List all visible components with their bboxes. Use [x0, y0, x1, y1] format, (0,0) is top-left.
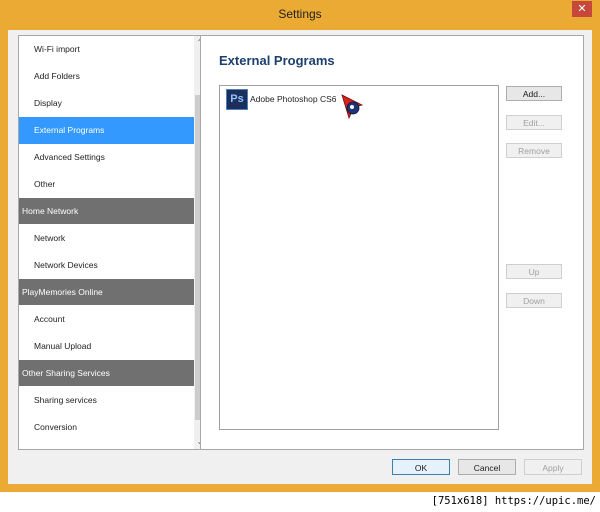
window-client-area: Wi-Fi import Add Folders Display External P… [8, 30, 598, 512]
apply-button[interactable]: Apply [524, 459, 582, 475]
edit-button[interactable]: Edit... [506, 115, 562, 130]
sidebar-item-network-devices[interactable]: Network Devices [19, 252, 194, 279]
sidebar-item-advanced-settings[interactable]: Advanced Settings [19, 144, 194, 171]
sidebar-item-sharing-services[interactable]: Sharing services [19, 387, 194, 414]
page-title: External Programs [219, 53, 335, 68]
program-list[interactable]: Ps Adobe Photoshop CS6 [219, 85, 499, 430]
down-button[interactable]: Down [506, 293, 562, 308]
cancel-button[interactable]: Cancel [458, 459, 516, 475]
sidebar-item-conversion[interactable]: Conversion [19, 414, 194, 441]
photoshop-icon: Ps [226, 89, 248, 110]
window-title: Settings [278, 7, 322, 21]
remove-button[interactable]: Remove [506, 143, 562, 158]
external-programs-panel: External Programs Ps Adobe Photoshop CS6… [200, 35, 584, 450]
sidebar-item-other[interactable]: Other [19, 171, 194, 198]
close-button[interactable]: ✕ [572, 1, 592, 17]
image-caption-bar: [751x618] https://upic.me/ [0, 492, 600, 512]
sidebar-item-network[interactable]: Network [19, 225, 194, 252]
sidebar-item-manual-upload[interactable]: Manual Upload [19, 333, 194, 360]
settings-sidebar: Wi-Fi import Add Folders Display External P… [18, 35, 207, 450]
add-button[interactable]: Add... [506, 86, 562, 101]
title-bar: Settings ✕ [0, 0, 600, 30]
up-button[interactable]: Up [506, 264, 562, 279]
sidebar-item-account[interactable]: Account [19, 306, 194, 333]
ok-button[interactable]: OK [392, 459, 450, 475]
sidebar-item-wi-fi-import[interactable]: Wi-Fi import [19, 36, 194, 63]
settings-window: Settings ✕ Wi-Fi import Add Folders Displa… [0, 0, 600, 512]
sidebar-section-home-network: Home Network [19, 198, 194, 224]
program-label: Adobe Photoshop CS6 [250, 94, 337, 104]
sidebar-section-other-sharing-services: Other Sharing Services [19, 360, 194, 386]
sidebar-item-display[interactable]: Display [19, 90, 194, 117]
cursor-icon [341, 94, 364, 120]
sidebar-item-add-folders[interactable]: Add Folders [19, 63, 194, 90]
sidebar-section-playmemories-online: PlayMemories Online [19, 279, 194, 305]
sidebar-item-external-programs[interactable]: External Programs [19, 117, 194, 144]
watermark-caption: [751x618] https://upic.me/ [431, 495, 596, 507]
